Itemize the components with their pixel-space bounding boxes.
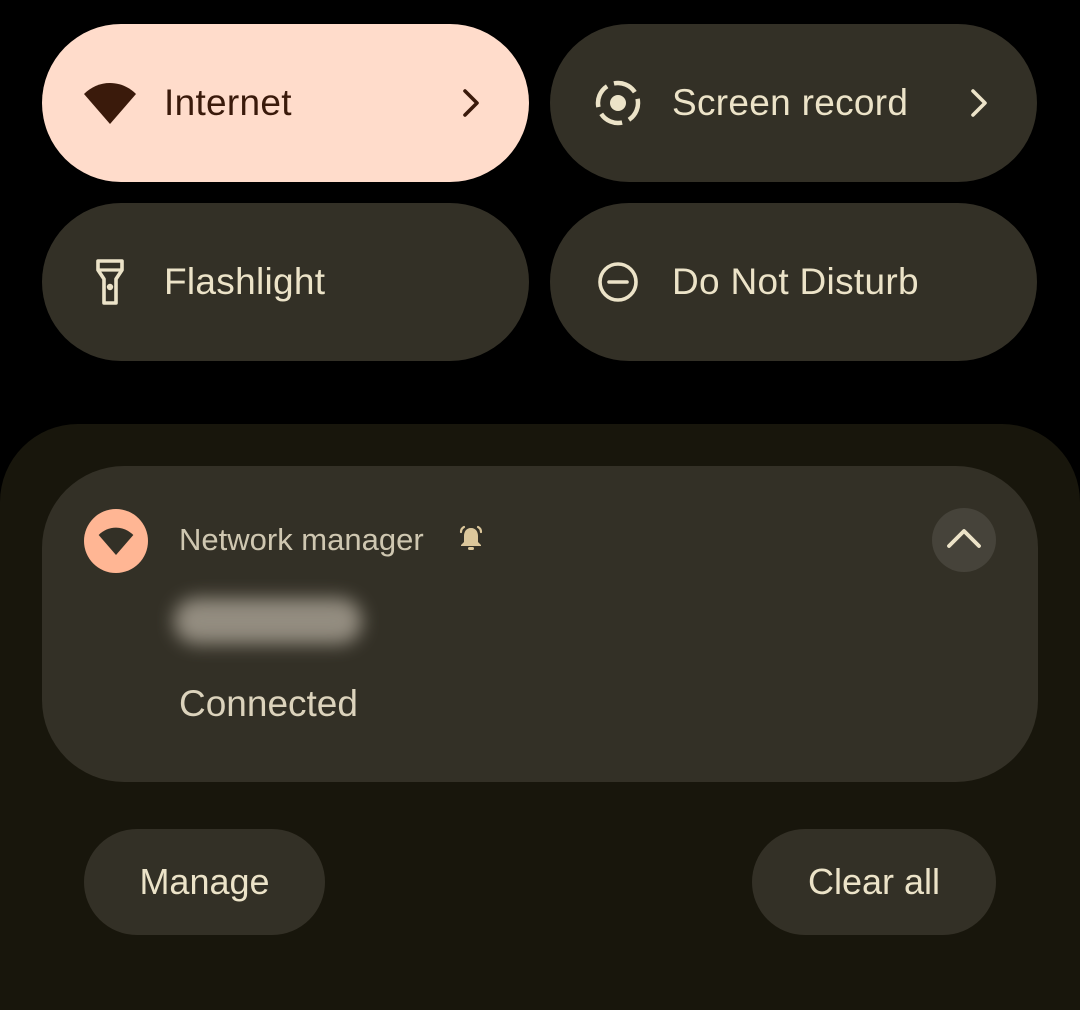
notification-text: Connected (179, 683, 358, 724)
expand-button[interactable] (932, 508, 996, 572)
tile-label: Do Not Disturb (672, 261, 919, 302)
do-not-disturb-icon (590, 254, 646, 310)
chevron-up-icon (946, 527, 982, 554)
wifi-icon (82, 75, 138, 131)
tile-screen-record[interactable]: Screen record (550, 24, 1037, 182)
chevron-right-icon (965, 83, 993, 123)
tile-label: Screen record (672, 82, 909, 123)
tile-internet[interactable]: Internet (42, 24, 529, 182)
tile-label: Internet (164, 82, 292, 123)
tile-do-not-disturb[interactable]: Do Not Disturb (550, 203, 1037, 361)
manage-button[interactable]: Manage (84, 829, 325, 935)
notification-title-redacted (174, 598, 362, 644)
notification-app-name: Network manager (179, 522, 424, 557)
notification-card[interactable]: Network manager Connected (42, 466, 1038, 782)
tile-label: Flashlight (164, 261, 326, 302)
screen-record-icon (590, 75, 646, 131)
quick-settings-panel: Internet Screen record Flashlight Do Not… (0, 0, 1080, 1010)
clear-all-button[interactable]: Clear all (752, 829, 996, 935)
tile-flashlight[interactable]: Flashlight (42, 203, 529, 361)
flashlight-icon (82, 254, 138, 310)
bell-icon (456, 524, 486, 554)
wifi-icon (84, 509, 148, 573)
chevron-right-icon (457, 83, 485, 123)
